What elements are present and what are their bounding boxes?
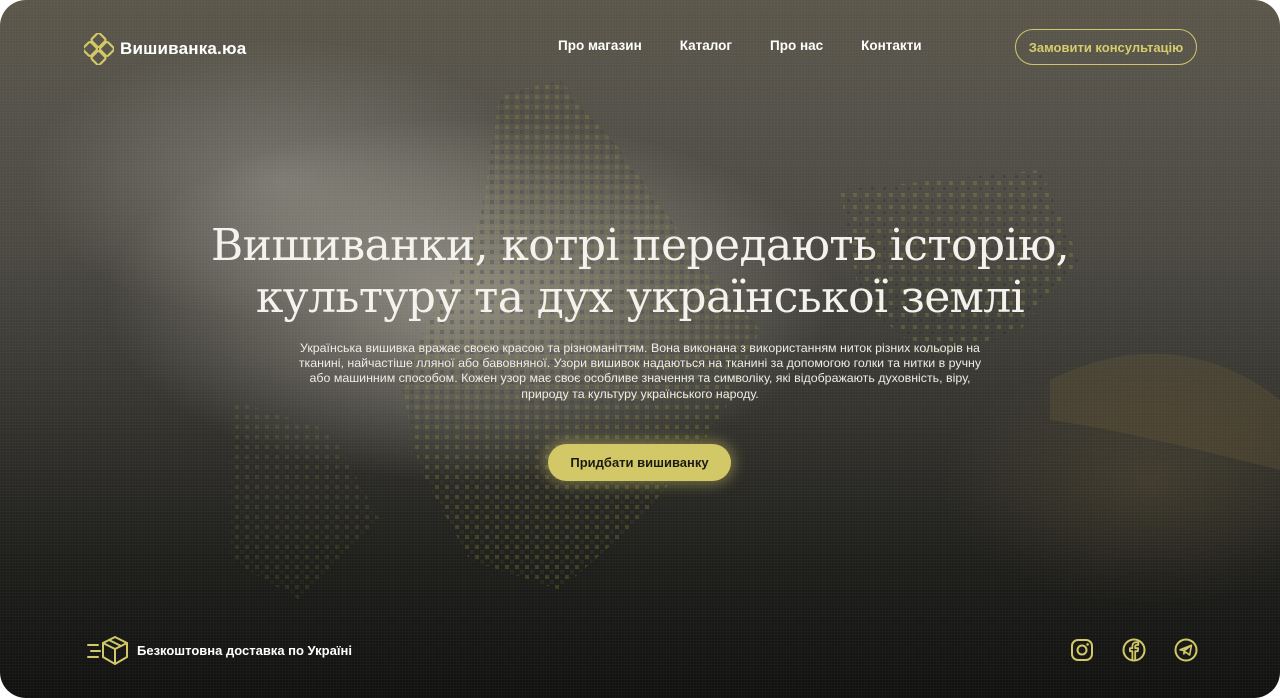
hero-section: Вишиванка.юа Про магазин Каталог Про нас… [0, 0, 1280, 698]
hero-description: Українська вишивка вражає своєю красою т… [298, 341, 982, 401]
nav-item-about-us[interactable]: Про нас [770, 38, 823, 53]
brand-logo[interactable]: Вишиванка.юа [84, 33, 246, 65]
order-consultation-button[interactable]: Замовити консультацію [1015, 29, 1197, 65]
brand-name: Вишиванка.юа [120, 39, 247, 58]
diamond-knot-icon [84, 33, 114, 65]
hero-title-line-2: культуру та дух української землі [255, 272, 1025, 323]
hero-title-line-1: Вишиванки, котрі передають історію, [210, 220, 1070, 271]
main-nav: Про магазин Каталог Про нас Контакти [558, 38, 922, 53]
facebook-icon[interactable] [1122, 638, 1146, 662]
telegram-icon[interactable] [1174, 638, 1198, 662]
delivery-text: Безкоштовна доставка по Україні [137, 642, 352, 658]
free-delivery-info: Безкоштовна доставка по Україні [86, 634, 352, 666]
hero-title: Вишиванки, котрі передають історію, куль… [140, 220, 1140, 324]
instagram-icon[interactable] [1070, 638, 1094, 662]
nav-item-about-store[interactable]: Про магазин [558, 38, 642, 53]
nav-item-contacts[interactable]: Контакти [861, 38, 921, 53]
buy-embroidery-button[interactable]: Придбати вишиванку [548, 444, 731, 481]
social-links [1070, 638, 1198, 662]
delivery-box-icon [87, 636, 128, 665]
nav-item-catalog[interactable]: Каталог [680, 38, 732, 53]
